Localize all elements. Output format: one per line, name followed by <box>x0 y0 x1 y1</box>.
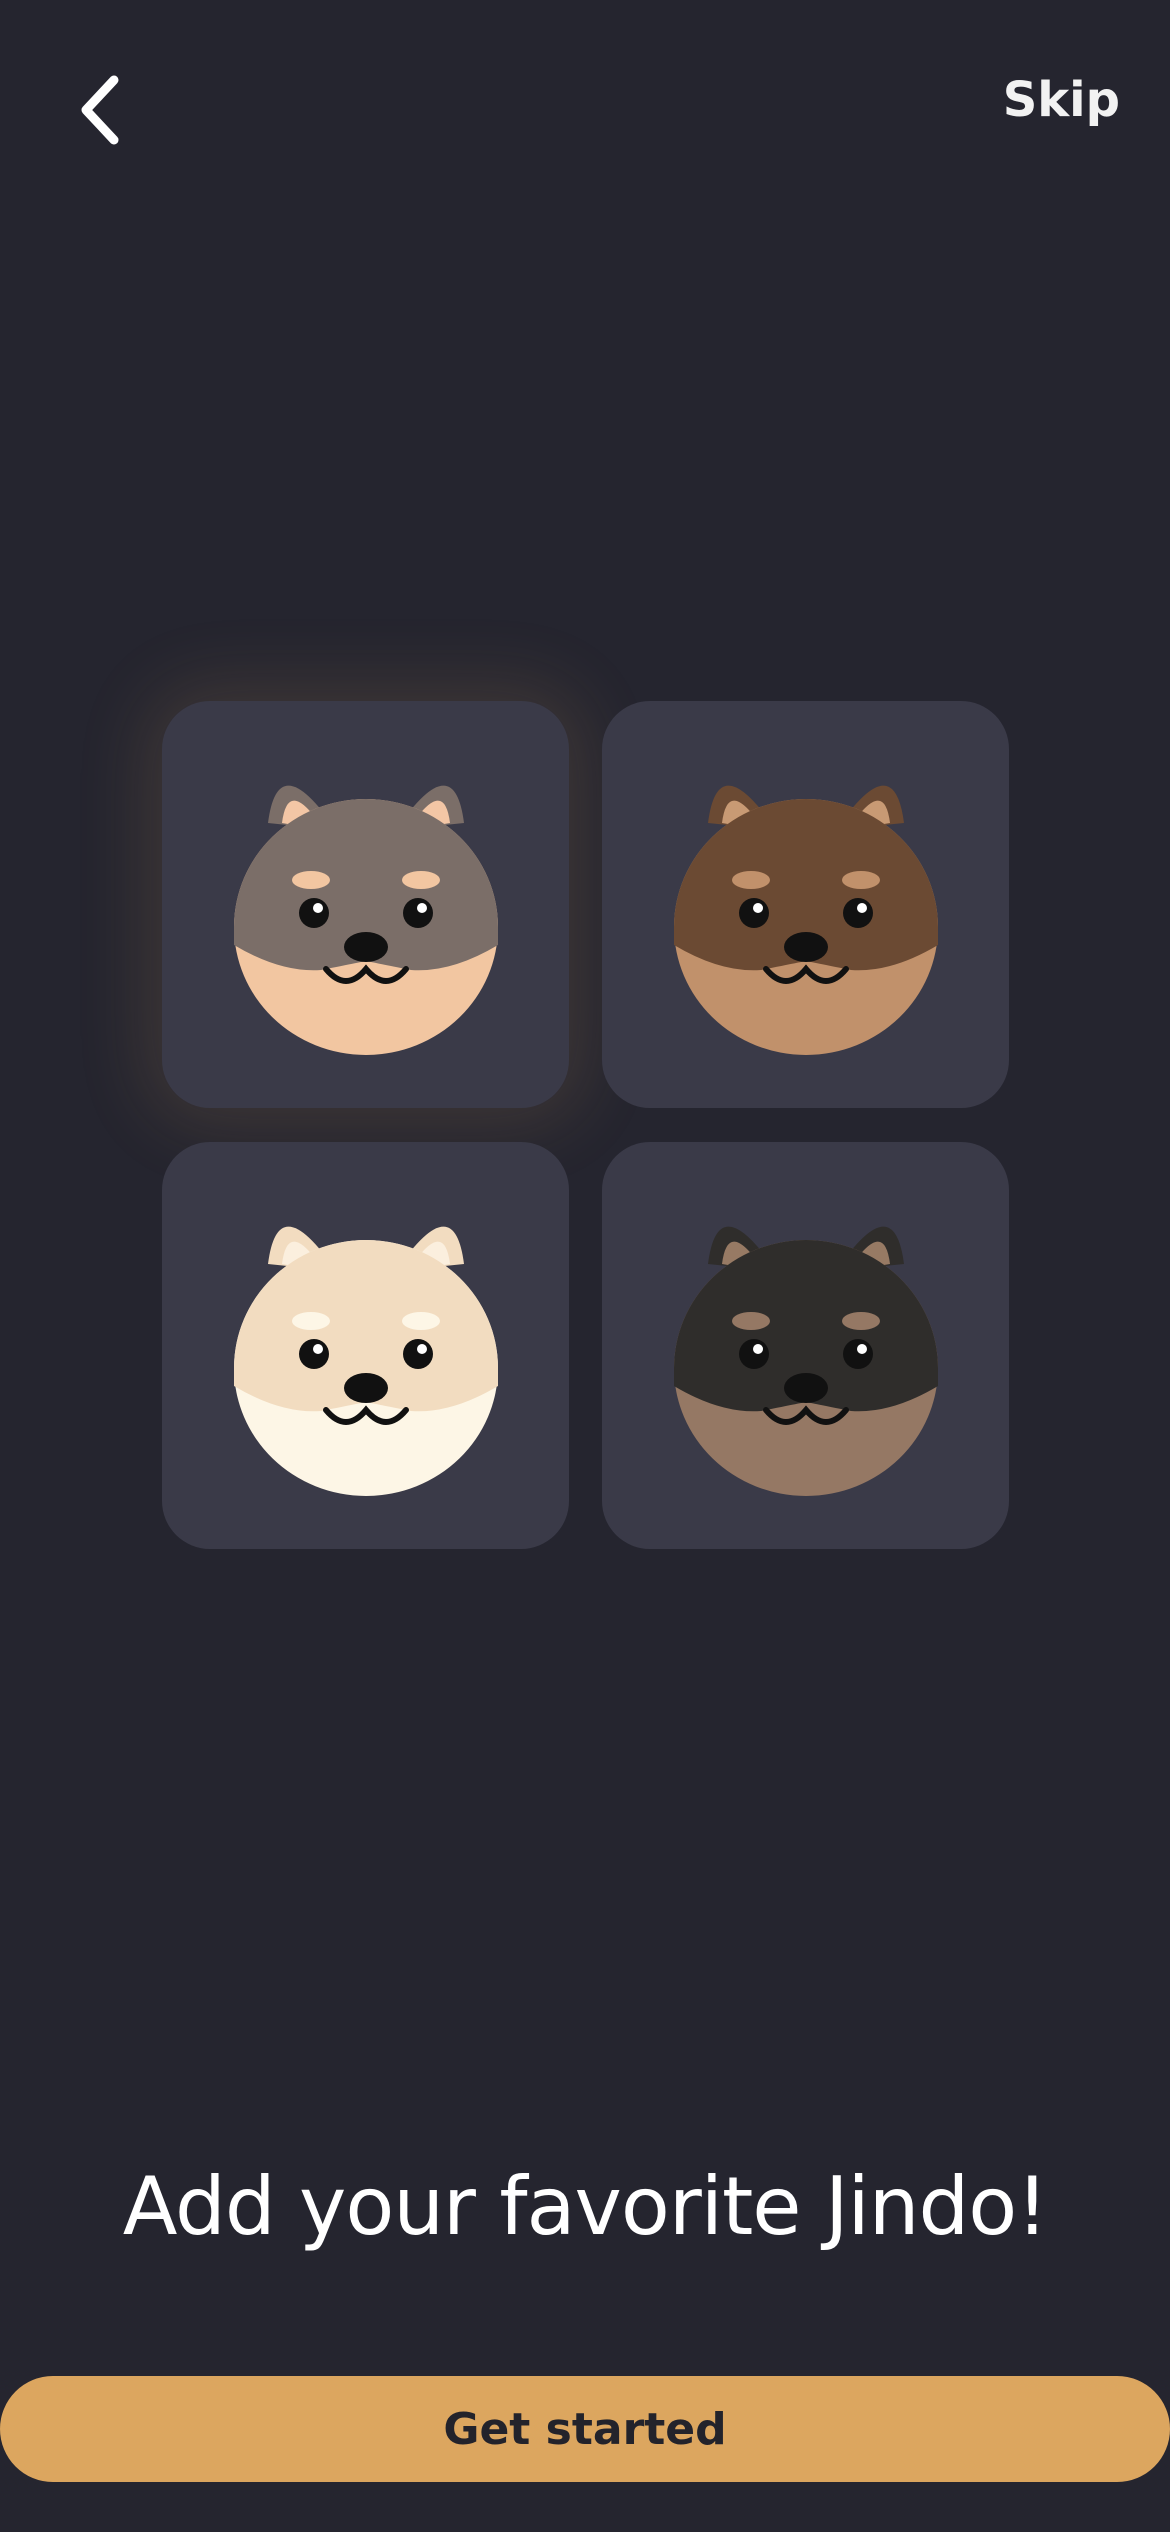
brown-jindo-icon <box>673 785 938 1055</box>
gray-jindo-icon <box>233 785 498 1055</box>
chevron-left-icon <box>81 75 119 145</box>
avatar-grid <box>162 701 1011 1549</box>
headline: Add your favorite Jindo! <box>122 2160 1049 2253</box>
get-started-button[interactable]: Get started <box>0 2376 1170 2482</box>
onboarding-screen: Skip Add your favorite Jindo! Get starte… <box>0 0 1170 2532</box>
black-jindo-icon <box>673 1226 938 1496</box>
back-button[interactable] <box>62 60 142 160</box>
avatar-tile-brown[interactable] <box>602 701 1009 1108</box>
avatar-tile-white[interactable] <box>162 1142 569 1549</box>
skip-button[interactable]: Skip <box>1003 72 1120 128</box>
avatar-tile-black[interactable] <box>602 1142 1009 1549</box>
white-jindo-icon <box>233 1226 498 1496</box>
avatar-tile-gray[interactable] <box>162 701 569 1108</box>
